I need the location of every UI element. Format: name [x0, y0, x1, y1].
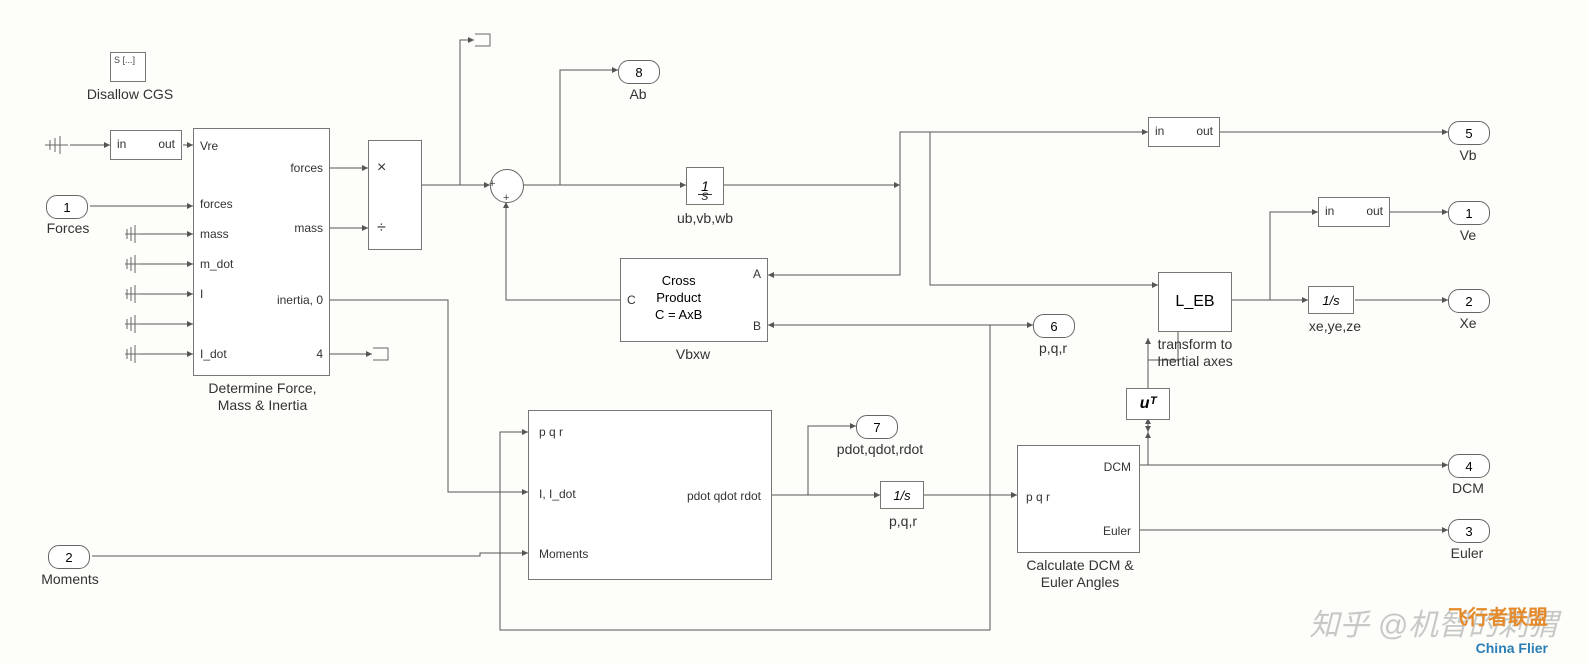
- disallow-cgs-block[interactable]: S [...]: [110, 52, 146, 82]
- det-port-idot: I_dot: [200, 347, 227, 361]
- integrator3-label: p,q,r: [875, 513, 931, 529]
- outport-euler-num: 3: [1465, 524, 1472, 539]
- dcm-block[interactable]: p q r DCM Euler: [1017, 445, 1140, 553]
- outport-euler[interactable]: 3: [1448, 519, 1490, 543]
- outport-ve[interactable]: 1: [1448, 201, 1490, 225]
- watermark-brand: 飞行者联盟: [1448, 601, 1548, 630]
- outport-euler-label: Euler: [1442, 545, 1492, 561]
- divide-block[interactable]: × ÷: [368, 140, 422, 250]
- cross-text: Cross Product C = AxB: [655, 273, 702, 324]
- outport-vb-num: 5: [1465, 126, 1472, 141]
- inport-forces-label: Forces: [28, 220, 108, 236]
- leb-block[interactable]: L_EB: [1158, 272, 1232, 332]
- outport-dcm-label: DCM: [1445, 480, 1491, 496]
- outport-ab-num: 8: [635, 65, 642, 80]
- det-port-i: I: [200, 287, 203, 301]
- det-port-mdot: m_dot: [200, 257, 233, 271]
- rates-pqr: p q r: [539, 425, 563, 439]
- inport-moments-label: Moments: [20, 571, 120, 587]
- integrator-xe[interactable]: 1/s: [1308, 286, 1354, 314]
- outport-xe-label: Xe: [1450, 315, 1486, 331]
- transpose-text: uᵀ: [1140, 395, 1156, 413]
- cross-line1: Cross: [655, 273, 702, 290]
- outport-dcm-num: 4: [1465, 459, 1472, 474]
- selector-3-out: out: [1366, 204, 1383, 218]
- cross-product-block[interactable]: A B C Cross Product C = AxB: [620, 258, 768, 342]
- outport-xe-num: 2: [1465, 294, 1472, 309]
- integrator-pqr[interactable]: 1/s: [880, 481, 924, 509]
- outport-pdot-label: pdot,qdot,rdot: [820, 441, 940, 457]
- inport-forces-num: 1: [63, 200, 70, 215]
- integrator1-label: ub,vb,wb: [660, 210, 750, 226]
- sum-block[interactable]: + +: [490, 169, 524, 203]
- cross-A: A: [753, 267, 761, 281]
- leb-label: transform toInertial axes: [1140, 336, 1250, 370]
- cross-B: B: [753, 319, 761, 333]
- inport-forces[interactable]: 1: [46, 195, 88, 219]
- cross-C: C: [627, 293, 636, 307]
- outport-pqr-num: 6: [1050, 319, 1057, 334]
- selector-1[interactable]: in out: [110, 130, 182, 160]
- integrator2-text: 1/s: [1322, 293, 1339, 308]
- sum-plus2: +: [503, 192, 509, 204]
- disallow-cgs-label: Disallow CGS: [80, 86, 180, 102]
- sum-plus1: +: [489, 178, 495, 190]
- outport-pdot[interactable]: 7: [856, 415, 898, 439]
- rates-out: pdot qdot rdot: [687, 489, 761, 503]
- divide-bot: ÷: [377, 219, 386, 237]
- rates-iidot: I, I_dot: [539, 487, 576, 501]
- outport-pqr-label: p,q,r: [1025, 340, 1081, 356]
- det-out-mass: mass: [294, 221, 323, 235]
- dcm-out-euler: Euler: [1103, 524, 1131, 538]
- det-out-4: 4: [316, 347, 323, 361]
- outport-ve-num: 1: [1465, 206, 1472, 221]
- selector-1-in: in: [117, 137, 126, 151]
- outport-pqr[interactable]: 6: [1033, 314, 1075, 338]
- selector-3-in: in: [1325, 204, 1334, 218]
- simulink-canvas: S [...] Disallow CGS in out 1 Forces Vre…: [0, 0, 1588, 664]
- dcm-label: Calculate DCM &Euler Angles: [1000, 557, 1160, 591]
- watermark-sub: China Flier: [1476, 640, 1548, 656]
- outport-dcm[interactable]: 4: [1448, 454, 1490, 478]
- determine-block-label: Determine Force,Mass & Inertia: [190, 380, 335, 414]
- integrator2-label: xe,ye,ze: [1295, 318, 1375, 334]
- outport-vb-label: Vb: [1450, 147, 1486, 163]
- integrator1-s: s: [686, 167, 724, 205]
- selector-2[interactable]: in out: [1148, 117, 1220, 147]
- outport-xe[interactable]: 2: [1448, 289, 1490, 313]
- outport-pdot-num: 7: [873, 420, 880, 435]
- outport-ab-label: Ab: [620, 86, 656, 102]
- selector-2-out: out: [1196, 124, 1213, 138]
- det-out-forces: forces: [290, 161, 323, 175]
- cross-line3: C = AxB: [655, 307, 702, 324]
- selector-1-out: out: [158, 137, 175, 151]
- integrator3-text: 1/s: [893, 488, 910, 503]
- selector-3[interactable]: in out: [1318, 197, 1390, 227]
- det-port-vre: Vre: [200, 139, 218, 153]
- outport-ab[interactable]: 8: [618, 60, 660, 84]
- rates-block[interactable]: p q r I, I_dot Moments pdot qdot rdot: [528, 410, 772, 580]
- selector-2-in: in: [1155, 124, 1164, 138]
- transpose-block[interactable]: uᵀ: [1126, 388, 1170, 420]
- inport-moments[interactable]: 2: [48, 545, 90, 569]
- divide-top: ×: [377, 159, 386, 177]
- outport-vb[interactable]: 5: [1448, 121, 1490, 145]
- inport-moments-num: 2: [65, 550, 72, 565]
- cross-line2: Product: [655, 290, 702, 307]
- det-port-mass: mass: [200, 227, 229, 241]
- cross-label: Vbxw: [648, 346, 738, 362]
- outport-ve-label: Ve: [1450, 227, 1486, 243]
- disallow-cgs-icon: S [...]: [114, 55, 135, 65]
- dcm-in-pqr: p q r: [1026, 490, 1050, 504]
- det-out-inertia: inertia, 0: [277, 293, 323, 307]
- det-port-forces: forces: [200, 197, 233, 211]
- dcm-out-dcm: DCM: [1104, 460, 1131, 474]
- leb-text: L_EB: [1175, 293, 1214, 311]
- determine-block[interactable]: Vre forces mass m_dot I I_dot forces mas…: [193, 128, 330, 376]
- rates-moments: Moments: [539, 547, 588, 561]
